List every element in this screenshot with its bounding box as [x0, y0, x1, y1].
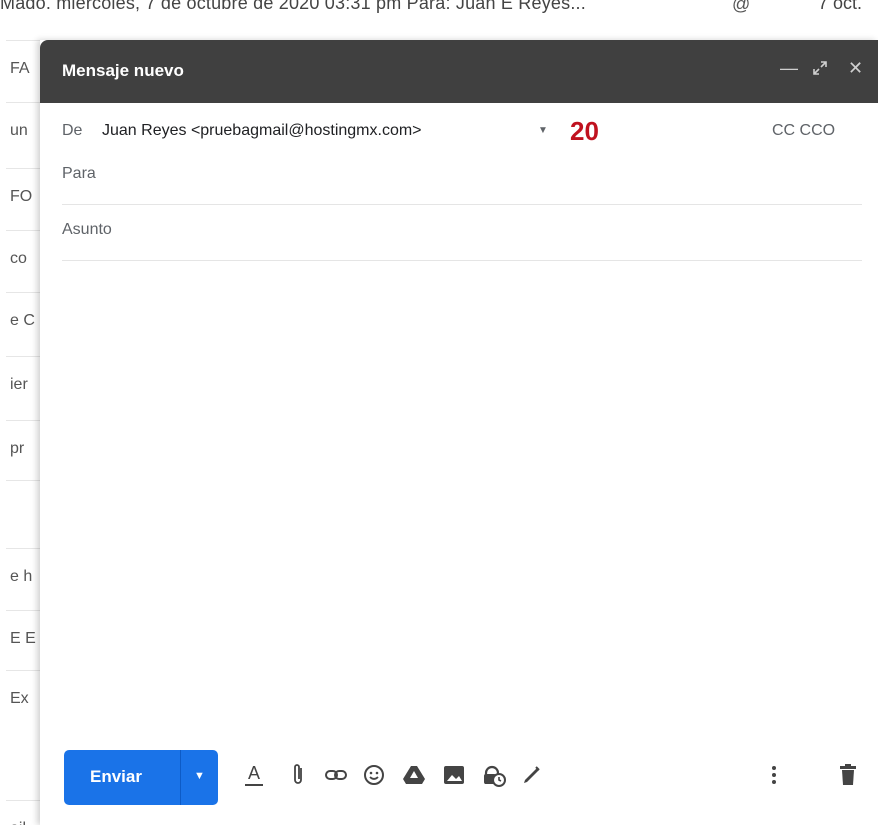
- list-item: [6, 480, 40, 536]
- subject-label: Asunto: [62, 221, 112, 238]
- list-item: e h: [6, 548, 40, 604]
- send-button[interactable]: Enviar: [90, 767, 142, 787]
- list-item: co: [6, 230, 40, 286]
- cc-bcc-link[interactable]: CC CCO: [772, 122, 835, 140]
- to-label: Para: [62, 165, 96, 182]
- background-email-date: 7 oct.: [818, 0, 863, 13]
- list-item: ail: [6, 800, 40, 825]
- svg-text:A: A: [248, 763, 260, 783]
- minimize-icon[interactable]: ―: [780, 58, 798, 79]
- send-divider: [180, 750, 181, 805]
- list-item: FA: [6, 40, 40, 96]
- from-row: De Juan Reyes <pruebagmail@hostingmx.com…: [62, 116, 862, 150]
- list-item: FO: [6, 168, 40, 224]
- send-button-group: Enviar ▼: [64, 750, 218, 805]
- from-label: De: [62, 122, 83, 139]
- chevron-down-icon[interactable]: ▼: [538, 125, 548, 136]
- more-options-icon[interactable]: [760, 762, 788, 792]
- list-item: ier: [6, 356, 40, 412]
- list-item: E E: [6, 610, 40, 666]
- list-item: pr: [6, 420, 40, 476]
- attach-icon[interactable]: [284, 762, 312, 792]
- list-item: Ex: [6, 670, 40, 726]
- trash-icon[interactable]: [834, 762, 862, 792]
- compose-header[interactable]: Mensaje nuevo ― ✕: [40, 40, 878, 103]
- expand-icon[interactable]: [812, 60, 828, 81]
- list-item: e C: [6, 292, 40, 348]
- photo-icon[interactable]: [440, 762, 468, 792]
- emoji-icon[interactable]: [360, 762, 388, 792]
- background-email-preview: Mado. miercoles, 7 de octubre de 2020 03…: [0, 0, 586, 13]
- confidential-icon[interactable]: [480, 762, 508, 792]
- step-annotation: 20: [570, 116, 599, 146]
- format-text-icon[interactable]: A: [240, 762, 268, 792]
- drive-icon[interactable]: [400, 762, 428, 792]
- list-item: un: [6, 102, 40, 158]
- to-field[interactable]: Para: [62, 162, 862, 205]
- send-options-chevron-icon[interactable]: ▼: [194, 770, 205, 782]
- message-body[interactable]: [62, 264, 862, 734]
- from-address-select[interactable]: Juan Reyes <pruebagmail@hostingmx.com>: [102, 122, 422, 140]
- compose-window: Mensaje nuevo ― ✕ De Juan Reyes <pruebag…: [40, 40, 878, 825]
- attachment-clip-icon: @: [732, 0, 751, 14]
- compose-title: Mensaje nuevo: [62, 61, 184, 80]
- close-icon[interactable]: ✕: [848, 58, 863, 79]
- link-icon[interactable]: [322, 762, 350, 792]
- subject-field[interactable]: Asunto: [62, 218, 862, 261]
- background-inbox-list: FA un FO co e C ier pr e h E E Ex ail: [0, 40, 40, 825]
- signature-icon[interactable]: [518, 762, 546, 792]
- background-email-row: Mado. miercoles, 7 de octubre de 2020 03…: [0, 0, 878, 22]
